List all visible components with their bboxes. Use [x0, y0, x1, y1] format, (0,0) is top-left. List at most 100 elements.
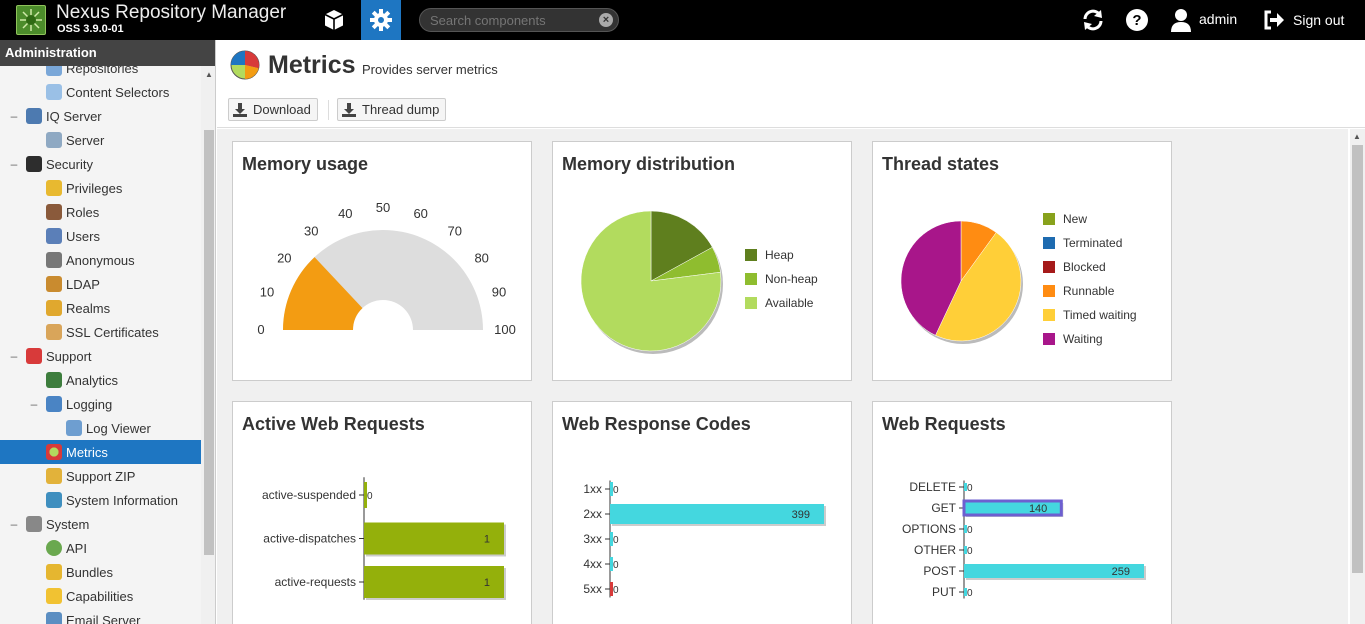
- sidebar-scrollbar[interactable]: ▲: [201, 66, 215, 624]
- sidebar-item-realms[interactable]: Realms: [0, 296, 201, 320]
- bar-category-label: DELETE: [909, 480, 956, 494]
- thread-dump-label: Thread dump: [362, 102, 440, 117]
- sidebar-item-users[interactable]: Users: [0, 224, 201, 248]
- server-icon: [46, 132, 62, 148]
- content-scroll-thumb[interactable]: [1352, 145, 1363, 573]
- thread-states-panel: Thread states New Terminated Blocked Runnab…: [872, 141, 1172, 381]
- sidebar-item-server[interactable]: Server: [0, 128, 201, 152]
- sidebar-item-analytics[interactable]: Analytics: [0, 368, 201, 392]
- bar-value-label: 0: [367, 491, 373, 502]
- sidebar-item-logging[interactable]: – Logging: [0, 392, 201, 416]
- sidebar-scroll-thumb[interactable]: [204, 130, 214, 555]
- sidebar-item-api[interactable]: API: [0, 536, 201, 560]
- iq-server-icon: [26, 108, 42, 124]
- bar-value-label: 0: [613, 485, 619, 496]
- sidebar-item-roles[interactable]: Roles: [0, 200, 201, 224]
- sidebar-item-support[interactable]: – Support: [0, 344, 201, 368]
- sidebar-item-label: Users: [66, 229, 100, 244]
- sidebar-item-repositories[interactable]: Repositories: [0, 66, 201, 80]
- collapse-toggle-icon[interactable]: –: [9, 157, 19, 171]
- sidebar-item-label: Anonymous: [66, 253, 135, 268]
- capabilities-icon: [46, 588, 62, 604]
- collapse-toggle-icon[interactable]: –: [9, 517, 19, 531]
- sidebar-item-email-server[interactable]: Email Server: [0, 608, 201, 624]
- sidebar-item-system[interactable]: – System: [0, 512, 201, 536]
- legend-swatch: [1043, 213, 1055, 225]
- sidebar-title: Administration: [0, 40, 215, 66]
- administration-button[interactable]: [361, 0, 401, 40]
- refresh-button[interactable]: [1080, 0, 1106, 40]
- sidebar-item-system-information[interactable]: System Information: [0, 488, 201, 512]
- content-scrollbar[interactable]: ▲: [1350, 129, 1365, 624]
- bar-category-label: active-dispatches: [263, 532, 356, 546]
- admin-tree: Repositories Content Selectors – IQ Server S…: [0, 66, 201, 624]
- legend-swatch: [1043, 237, 1055, 249]
- sidebar-item-iq-server[interactable]: – IQ Server: [0, 104, 201, 128]
- metrics-panels: Memory usage 0 10 20 30 40 50 60 70 80 90 100 Memo…: [217, 129, 1348, 624]
- gauge-tick-label: 40: [338, 206, 352, 221]
- app-version: OSS 3.9.0-01: [57, 23, 124, 35]
- sidebar-item-label: Email Server: [66, 613, 141, 624]
- gear-icon: [370, 9, 392, 31]
- sign-out-button[interactable]: [1263, 0, 1285, 40]
- sidebar-item-label: Roles: [66, 205, 100, 220]
- legend-label: Heap: [765, 248, 794, 262]
- sign-out-icon: [1264, 10, 1284, 30]
- sidebar-item-label: IQ Server: [46, 109, 102, 124]
- bar-value-label: 0: [613, 560, 619, 571]
- legend-swatch: [1043, 261, 1055, 273]
- sidebar-item-label: SSL Certificates: [66, 325, 159, 340]
- bar-category-label: 5xx: [583, 582, 602, 596]
- sidebar-item-capabilities[interactable]: Capabilities: [0, 584, 201, 608]
- memory-distribution-panel: Memory distribution Heap Non-heap Availabl…: [552, 141, 852, 381]
- search-box[interactable]: ×: [419, 8, 619, 32]
- scroll-up-icon[interactable]: ▲: [1353, 132, 1361, 141]
- sidebar-item-anonymous[interactable]: Anonymous: [0, 248, 201, 272]
- sidebar-item-label: Repositories: [66, 66, 139, 76]
- download-icon: [233, 102, 247, 117]
- memory-distribution-pie: Heap Non-heap Available: [580, 210, 818, 354]
- collapse-toggle-icon[interactable]: –: [9, 109, 19, 123]
- sidebar-item-ssl-certificates[interactable]: SSL Certificates: [0, 320, 201, 344]
- help-button[interactable]: ?: [1125, 0, 1149, 40]
- search-input[interactable]: [430, 13, 600, 28]
- security-icon: [26, 156, 42, 172]
- legend-swatch: [745, 297, 757, 309]
- bar-category-label: 3xx: [583, 532, 602, 546]
- sidebar-item-content-selectors[interactable]: Content Selectors: [0, 80, 201, 104]
- sidebar-item-label: Server: [66, 133, 105, 148]
- log-viewer-icon: [66, 420, 82, 436]
- thread-states-pie: New Terminated Blocked Runnable Timed waitin…: [900, 212, 1137, 346]
- sidebar-item-privileges[interactable]: Privileges: [0, 176, 201, 200]
- collapse-toggle-icon[interactable]: –: [9, 349, 19, 363]
- web-requests-panel: Web Requests DELETE 0 GET 140 OPTIONS 0 OTHER 0…: [872, 401, 1172, 624]
- nexus-logo-icon[interactable]: [16, 5, 46, 35]
- browse-button[interactable]: [318, 0, 350, 40]
- sidebar-item-bundles[interactable]: Bundles: [0, 560, 201, 584]
- sidebar-item-ldap[interactable]: LDAP: [0, 272, 201, 296]
- sidebar-item-log-viewer[interactable]: Log Viewer: [0, 416, 201, 440]
- sign-out-label[interactable]: Sign out: [1293, 12, 1344, 28]
- api-icon: [46, 540, 62, 556]
- metrics-icon: [230, 50, 260, 80]
- support-zip-icon: [46, 468, 62, 484]
- bar-value-label: 0: [967, 525, 973, 536]
- sidebar-item-label: Capabilities: [66, 589, 134, 604]
- collapse-toggle-icon[interactable]: –: [29, 397, 39, 411]
- thread-dump-button[interactable]: Thread dump: [337, 98, 447, 121]
- system-icon: [26, 516, 42, 532]
- user-icon: [1171, 9, 1191, 32]
- sidebar-item-support-zip[interactable]: Support ZIP: [0, 464, 201, 488]
- user-menu-button[interactable]: [1170, 0, 1192, 40]
- top-bar: Nexus Repository Manager OSS 3.9.0-01 × …: [0, 0, 1365, 40]
- analytics-icon: [46, 372, 62, 388]
- scroll-up-icon[interactable]: ▲: [205, 70, 213, 79]
- sidebar-item-label: LDAP: [66, 277, 100, 292]
- bar-category-label: OTHER: [914, 543, 956, 557]
- sidebar-item-label: Bundles: [66, 565, 113, 580]
- clear-search-icon[interactable]: ×: [599, 13, 613, 27]
- download-button[interactable]: Download: [228, 98, 318, 121]
- sidebar-item-security[interactable]: – Security: [0, 152, 201, 176]
- sidebar-item-metrics[interactable]: Metrics: [0, 440, 201, 464]
- user-name[interactable]: admin: [1199, 11, 1237, 27]
